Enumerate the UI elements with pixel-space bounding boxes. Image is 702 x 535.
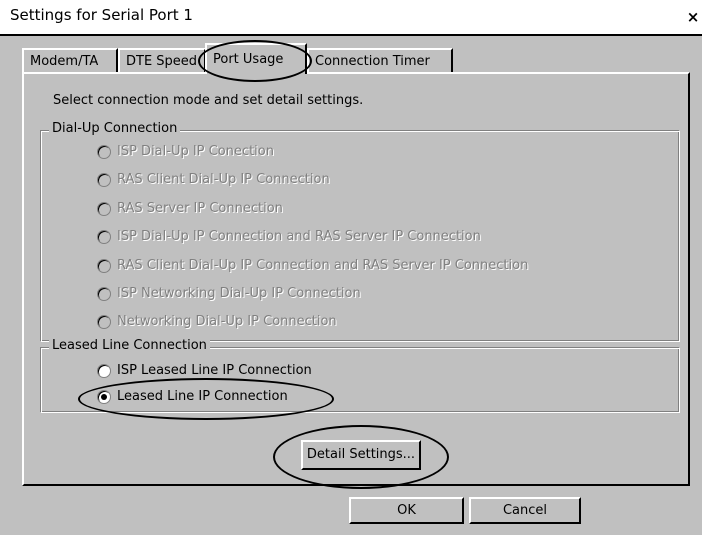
settings-dialog: Settings for Serial Port 1 × Modem/TA DT… (0, 0, 702, 535)
button-label: Cancel (502, 503, 548, 518)
radio-button (97, 230, 111, 244)
radio-label: Leased Line IP Connection (117, 389, 288, 404)
ok-button[interactable]: OK (349, 497, 464, 524)
leased-group-title: Leased Line Connection (49, 338, 210, 353)
radio-label: RAS Server IP Connection (117, 201, 283, 216)
cancel-button[interactable]: Cancel (469, 497, 581, 524)
radio-button (97, 173, 111, 187)
tab-label: DTE Speed (126, 54, 198, 69)
tab-port-usage[interactable]: Port Usage (205, 43, 307, 74)
window-title: Settings for Serial Port 1 (10, 6, 193, 24)
radio-button (97, 202, 111, 216)
radio-button[interactable] (97, 390, 111, 404)
radio-selected-dot (101, 394, 107, 400)
radio-button (97, 259, 111, 273)
tab-modem-ta[interactable]: Modem/TA (22, 48, 118, 72)
tab-dte-speed[interactable]: DTE Speed (118, 48, 206, 72)
tab-label: Port Usage (213, 52, 284, 67)
radio-button (97, 145, 111, 159)
radio-button (97, 315, 111, 329)
button-label: OK (397, 503, 416, 518)
radio-label: RAS Client Dial-Up IP Connection (117, 172, 330, 187)
radio-label: ISP Networking Dial-Up IP Connection (117, 286, 361, 301)
radio-label: ISP Dial-Up IP Connection and RAS Server… (117, 229, 481, 244)
radio-label: RAS Client Dial-Up IP Connection and RAS… (117, 258, 529, 273)
instruction-text: Select connection mode and set detail se… (53, 93, 364, 108)
radio-button[interactable] (97, 364, 111, 378)
radio-label: ISP Dial-Up IP Conection (117, 144, 274, 159)
tab-label: Connection Timer (315, 54, 430, 69)
radio-label: Networking Dial-Up IP Connection (117, 314, 337, 329)
button-label: Detail Settings... (306, 447, 416, 462)
detail-settings-button[interactable]: Detail Settings... (301, 440, 421, 470)
radio-button (97, 287, 111, 301)
radio-label: ISP Leased Line IP Connection (117, 363, 312, 378)
title-bar: Settings for Serial Port 1 × (0, 0, 702, 36)
dialup-group-title: Dial-Up Connection (49, 121, 181, 136)
tab-connection-timer[interactable]: Connection Timer (307, 48, 453, 72)
close-icon[interactable]: × (683, 8, 702, 26)
tab-label: Modem/TA (30, 54, 99, 69)
